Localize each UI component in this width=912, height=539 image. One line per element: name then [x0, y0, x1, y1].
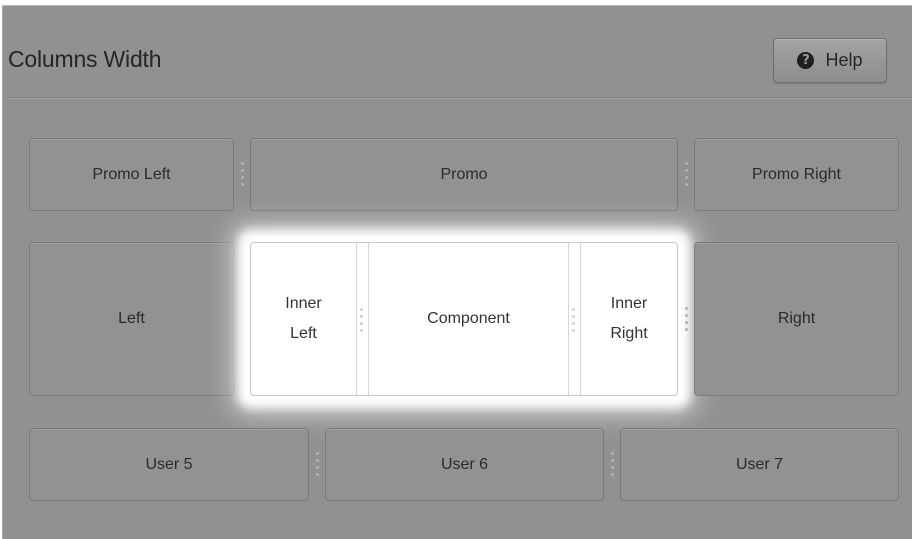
position-label: User 7 — [735, 455, 784, 473]
resize-handle[interactable] — [240, 162, 244, 186]
module-position-inner-left[interactable]: Inner Left — [251, 243, 356, 395]
resize-handle[interactable] — [684, 162, 688, 186]
position-label: Inner Right — [610, 295, 648, 342]
module-position-user6[interactable]: User 6 — [325, 428, 604, 501]
module-position-user7[interactable]: User 7 — [620, 428, 899, 501]
help-button[interactable]: ? Help — [773, 38, 887, 83]
position-label: Inner Left — [285, 295, 322, 342]
position-label: Promo Left — [92, 165, 171, 183]
module-position-user5[interactable]: User 5 — [29, 428, 309, 501]
resize-handle[interactable] — [315, 452, 319, 476]
column-divider — [568, 243, 569, 395]
position-label: Left — [118, 310, 145, 327]
position-label: Promo — [440, 165, 488, 183]
resize-handle[interactable] — [571, 308, 575, 332]
module-position-inner-right[interactable]: Inner Right — [581, 243, 677, 395]
module-position-promo-right[interactable]: Promo Right — [694, 138, 899, 211]
question-circle-icon: ? — [797, 52, 815, 69]
position-label: User 6 — [440, 455, 489, 473]
module-position-right[interactable]: Right — [694, 242, 899, 396]
page-title: Columns Width — [8, 46, 162, 72]
position-label: Component — [427, 310, 510, 327]
position-label: User 5 — [145, 455, 193, 473]
module-position-promo[interactable]: Promo — [250, 138, 678, 211]
module-position-left[interactable]: Left — [29, 242, 234, 396]
module-position-component[interactable]: Component — [369, 243, 568, 395]
help-button-label: Help — [825, 50, 863, 70]
resize-handle[interactable] — [610, 452, 614, 476]
header-divider — [8, 97, 912, 99]
resize-handle[interactable] — [684, 307, 688, 331]
position-label: Right — [777, 310, 816, 327]
column-divider — [356, 243, 357, 395]
resize-handle[interactable] — [240, 307, 244, 331]
module-position-promo-left[interactable]: Promo Left — [29, 138, 234, 211]
resize-handle[interactable] — [359, 308, 363, 332]
position-label: Promo Right — [752, 165, 841, 183]
main-content-group: Inner Left Component Inner Right — [250, 242, 678, 396]
